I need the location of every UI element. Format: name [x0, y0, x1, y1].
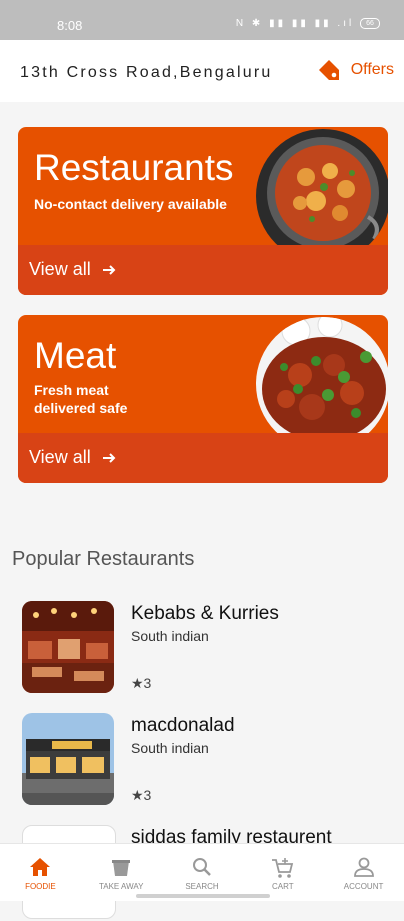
- card-footer: View all: [18, 245, 388, 295]
- view-all-label: View all: [29, 259, 91, 279]
- restaurant-cuisine: South indian: [131, 740, 209, 756]
- meat-card[interactable]: Meat Fresh meat delivered safe View all: [18, 315, 388, 483]
- nav-label: SEARCH: [185, 882, 219, 891]
- status-icons: N ✱ ▮▮ ▮▮ ▮▮ .ıl 66: [236, 18, 380, 29]
- nav-cart[interactable]: CART: [242, 844, 323, 901]
- nav-search[interactable]: SEARCH: [162, 844, 243, 901]
- restaurant-rating: ★3: [131, 675, 152, 691]
- popular-restaurants-heading: Popular Restaurants: [12, 548, 195, 570]
- card-subtitle: Fresh meat delivered safe: [34, 382, 128, 416]
- battery-icon: 66: [360, 18, 380, 29]
- bottom-navigation: FOODIE TAKE AWAY SEARCH CART ACCOUNT: [0, 843, 404, 901]
- offers-button[interactable]: Offers: [317, 58, 394, 82]
- status-bar: 8:08 N ✱ ▮▮ ▮▮ ▮▮ .ıl 66: [0, 0, 404, 40]
- nav-account[interactable]: ACCOUNT: [323, 844, 404, 901]
- restaurant-name: Kebabs & Kurries: [131, 603, 279, 624]
- card-title: Restaurants: [34, 147, 234, 188]
- card-title: Meat: [34, 335, 117, 376]
- curry-dish-image: [256, 129, 388, 263]
- chicken-dish-image: [256, 317, 388, 451]
- restaurants-card[interactable]: Restaurants No-contact delivery availabl…: [18, 127, 388, 295]
- app-header: 13th Cross Road,Bengaluru Offers: [0, 40, 404, 102]
- nav-label: FOODIE: [25, 882, 56, 891]
- gesture-bar: [136, 894, 270, 898]
- arrow-right-icon: [102, 264, 116, 275]
- restaurant-thumbnail: [22, 713, 114, 805]
- restaurant-item[interactable]: macdonalad South indian ★3: [22, 713, 392, 809]
- arrow-right-icon: [102, 452, 116, 463]
- status-time: 8:08: [57, 18, 83, 33]
- view-all-restaurants-button[interactable]: View all: [29, 259, 117, 280]
- cart-icon: [271, 858, 293, 878]
- view-all-label: View all: [29, 447, 91, 467]
- restaurant-name: macdonalad: [131, 715, 235, 736]
- tag-icon: [318, 60, 339, 80]
- restaurant-rating: ★3: [131, 787, 152, 803]
- restaurant-thumbnail: [22, 601, 114, 693]
- card-footer: View all: [18, 433, 388, 483]
- restaurant-cuisine: South indian: [131, 628, 209, 644]
- nav-label: CART: [271, 882, 294, 891]
- card-subtitle: No-contact delivery available: [34, 196, 227, 212]
- search-icon: [192, 858, 211, 876]
- offers-label: Offers: [350, 61, 394, 78]
- restaurant-item[interactable]: Kebabs & Kurries South indian ★3: [22, 601, 392, 697]
- nav-foodie[interactable]: FOODIE: [0, 844, 81, 901]
- home-icon: [30, 858, 51, 876]
- takeaway-bag-icon: [112, 860, 131, 876]
- account-icon: [353, 857, 374, 877]
- nav-label: TAKE AWAY: [98, 882, 144, 891]
- view-all-meat-button[interactable]: View all: [29, 447, 117, 468]
- delivery-address[interactable]: 13th Cross Road,Bengaluru: [20, 64, 272, 82]
- signal-icons: N ✱ ▮▮ ▮▮ ▮▮ .ıl: [235, 18, 355, 30]
- nav-label: ACCOUNT: [343, 882, 384, 891]
- nav-take-away[interactable]: TAKE AWAY: [81, 844, 162, 901]
